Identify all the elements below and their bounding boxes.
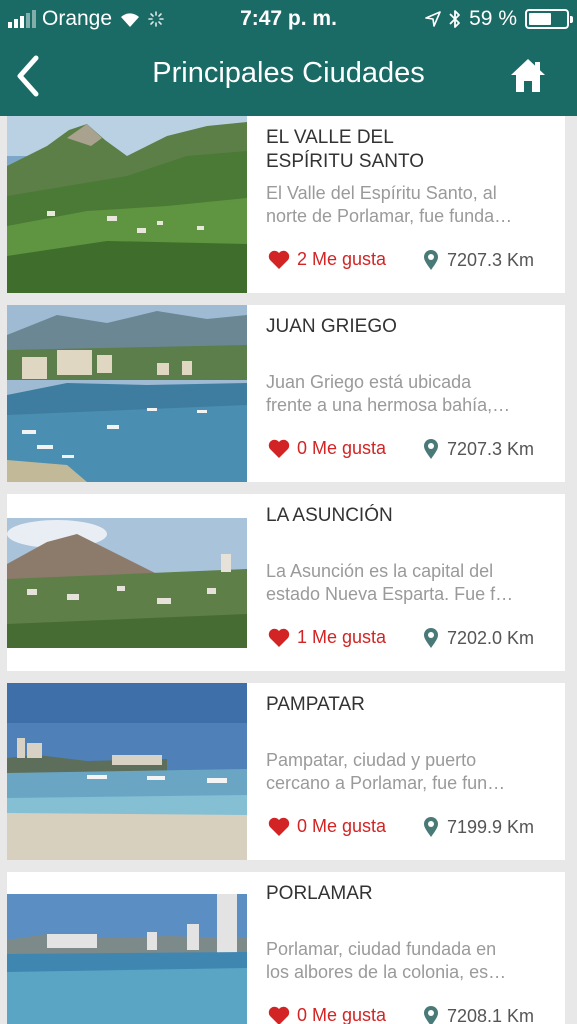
map-pin-icon <box>424 250 438 270</box>
distance-value: 7207.3 Km <box>447 249 535 270</box>
heart-icon <box>268 817 290 836</box>
like-count: 0 Me gusta <box>297 816 387 836</box>
distance-value: 7208.1 Km <box>447 1005 535 1024</box>
distance: 7207.3 Km <box>423 438 534 460</box>
nav-bar: Principales Ciudades <box>0 40 577 116</box>
heart-icon <box>268 628 290 647</box>
like-count: 0 Me gusta <box>297 438 387 458</box>
city-info: PAMPATAR Pampatar, ciudad y puerto cerca… <box>266 683 556 860</box>
city-description: Porlamar, ciudad fundada en los albores … <box>266 939 507 982</box>
like-count: 1 Me gusta <box>297 627 387 647</box>
like-count: 2 Me gusta <box>297 249 387 269</box>
city-description: Juan Griego está ubicada frente a una he… <box>266 372 511 415</box>
heart-icon <box>268 439 290 458</box>
heart-icon <box>268 250 290 269</box>
like-button[interactable]: 2 Me gusta <box>268 249 386 270</box>
page-title: Principales Ciudades <box>152 57 425 89</box>
distance-value: 7207.3 Km <box>447 438 535 459</box>
status-right: 59 % <box>425 7 573 31</box>
city-name: JUAN GRIEGO <box>266 316 397 337</box>
city-info: EL VALLE DEL ESPÍRITU SANTO El Valle del… <box>266 116 556 293</box>
city-card-la-asuncion[interactable]: LA ASUNCIÓN La Asunción es la capital de… <box>7 494 565 671</box>
like-button[interactable]: 1 Me gusta <box>268 627 386 648</box>
city-info: LA ASUNCIÓN La Asunción es la capital de… <box>266 494 556 671</box>
distance: 7208.1 Km <box>423 1005 534 1024</box>
battery-percent: 59 % <box>469 7 517 30</box>
distance-value: 7202.0 Km <box>447 627 535 648</box>
city-description: El Valle del Espíritu Santo, al norte de… <box>266 183 513 226</box>
city-name: EL VALLE DEL ESPÍRITU SANTO <box>266 127 425 172</box>
distance-value: 7199.9 Km <box>447 816 535 837</box>
map-pin-icon <box>424 817 438 837</box>
city-description: La Asunción es la capital del estado Nue… <box>266 561 514 604</box>
city-photo <box>7 494 247 671</box>
city-description: Pampatar, ciudad y puerto cercano a Porl… <box>266 750 506 793</box>
distance: 7199.9 Km <box>423 816 534 838</box>
location-arrow-icon <box>425 11 441 27</box>
like-button[interactable]: 0 Me gusta <box>268 438 386 459</box>
like-button[interactable]: 0 Me gusta <box>268 1005 386 1024</box>
like-count: 0 Me gusta <box>297 1005 387 1024</box>
city-info: PORLAMAR Porlamar, ciudad fundada en los… <box>266 872 556 1024</box>
city-card-el-valle[interactable]: EL VALLE DEL ESPÍRITU SANTO El Valle del… <box>7 116 565 293</box>
map-pin-icon <box>424 439 438 459</box>
heart-icon <box>268 1006 290 1024</box>
status-bar: Orange 7:47 p. m. 59 % <box>0 0 577 38</box>
distance: 7202.0 Km <box>423 627 534 649</box>
app: Orange 7:47 p. m. 59 % Principales Ciuda… <box>0 0 577 1024</box>
city-photo <box>7 683 247 860</box>
map-pin-icon <box>424 1006 438 1024</box>
city-card-porlamar[interactable]: PORLAMAR Porlamar, ciudad fundada en los… <box>7 872 565 1024</box>
city-name: PAMPATAR <box>266 694 365 715</box>
bluetooth-icon <box>449 10 461 28</box>
city-name: PORLAMAR <box>266 883 373 904</box>
city-card-juan-griego[interactable]: JUAN GRIEGO Juan Griego está ubicada fre… <box>7 305 565 482</box>
city-photo <box>7 872 247 1024</box>
like-button[interactable]: 0 Me gusta <box>268 816 386 837</box>
map-pin-icon <box>424 628 438 648</box>
city-photo <box>7 116 247 293</box>
battery-icon <box>525 9 573 29</box>
city-info: JUAN GRIEGO Juan Griego está ubicada fre… <box>266 305 556 482</box>
city-card-pampatar[interactable]: PAMPATAR Pampatar, ciudad y puerto cerca… <box>7 683 565 860</box>
app-header: Orange 7:47 p. m. 59 % Principales Ciuda… <box>0 0 577 116</box>
distance: 7207.3 Km <box>423 249 534 271</box>
city-photo <box>7 305 247 482</box>
city-name: LA ASUNCIÓN <box>266 505 393 526</box>
home-icon[interactable] <box>509 56 547 96</box>
